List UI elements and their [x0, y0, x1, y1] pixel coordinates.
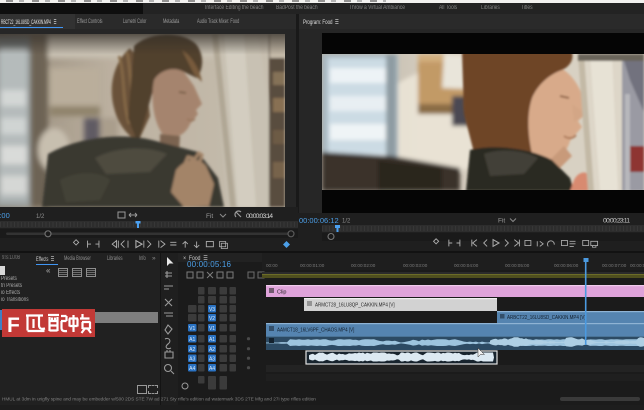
svg-text:00:00:03:14: 00:00:03:14 — [246, 213, 273, 220]
svg-text:00:00:05:00: 00:00:05:00 — [505, 263, 530, 268]
svg-text:00:00:02:00: 00:00:02:00 — [351, 263, 376, 268]
svg-text:00:00:03:00: 00:00:03:00 — [403, 263, 428, 268]
svg-text:V1: V1 — [189, 326, 195, 332]
svg-text:00:00:04:00: 00:00:04:00 — [454, 263, 479, 268]
svg-text:ARBCT22_16LU8SD_CAKKIN.MP4 [V]: ARBCT22_16LU8SD_CAKKIN.MP4 [V] — [507, 315, 586, 321]
svg-text:1/2: 1/2 — [36, 214, 45, 220]
svg-text:00:00: 00:00 — [266, 263, 278, 268]
svg-text:Clip: Clip — [277, 290, 286, 296]
svg-text:00:00:01:00: 00:00:01:00 — [300, 263, 325, 268]
svg-text:ARMCT28_16LU8QP_CAKKIN.MP4 [V]: ARMCT28_16LU8QP_CAKKIN.MP4 [V] — [315, 302, 395, 308]
svg-text:1/2: 1/2 — [342, 219, 351, 225]
svg-text:A3: A3 — [189, 356, 195, 362]
svg-text:00:00:08:00: 00:00:08:00 — [630, 263, 644, 268]
svg-text:00:00:05:16: 00:00:05:16 — [187, 260, 232, 269]
svg-text:V3: V3 — [209, 307, 215, 313]
svg-text:00:00: 00:00 — [0, 211, 10, 220]
svg-text:00:00:23:11: 00:00:23:11 — [603, 218, 630, 225]
svg-text:A4: A4 — [209, 366, 215, 372]
svg-text:A2: A2 — [189, 347, 195, 353]
svg-text:A1: A1 — [189, 337, 195, 343]
svg-text:AAMCT18_16LV6PF_CHAOS.MP4 [V]: AAMCT18_16LV6PF_CHAOS.MP4 [V] — [277, 327, 354, 333]
svg-text:Fit: Fit — [498, 218, 505, 225]
svg-text:V1: V1 — [209, 326, 215, 332]
svg-text:F: F — [7, 314, 20, 337]
svg-text:A1: A1 — [209, 337, 215, 343]
svg-text:00:00:07:00: 00:00:07:00 — [602, 263, 627, 268]
svg-text:V2: V2 — [209, 316, 215, 322]
svg-text:A3: A3 — [209, 356, 215, 362]
svg-text:Fit: Fit — [206, 213, 213, 220]
svg-text:00:00:06:00: 00:00:06:00 — [554, 263, 579, 268]
svg-text:A2: A2 — [209, 347, 215, 353]
svg-text:00:00:06:12: 00:00:06:12 — [299, 216, 339, 225]
svg-text:A4: A4 — [189, 366, 195, 372]
